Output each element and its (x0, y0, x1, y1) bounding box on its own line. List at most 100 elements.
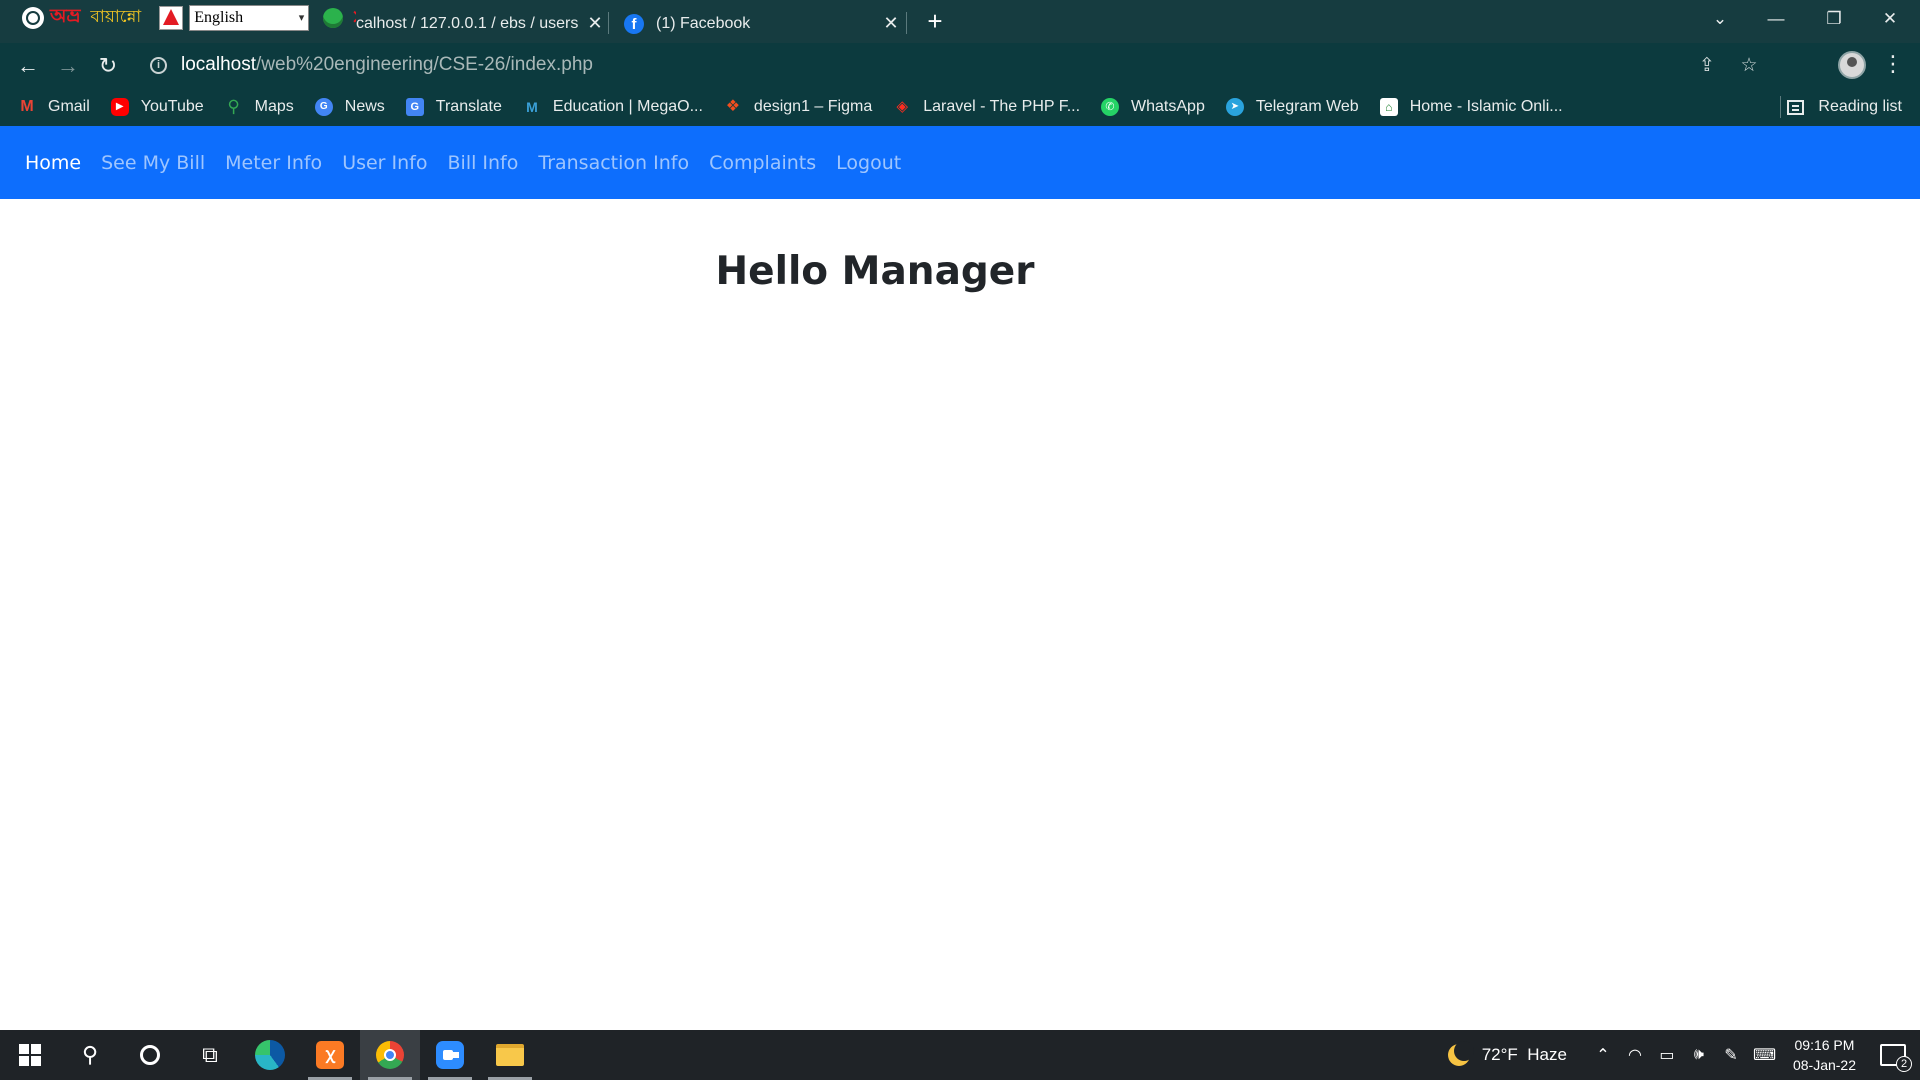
windows-taskbar: ⚲ ⧉ ꭓ 72°F Haze ⌃ ◠ ▭ 🕪 ✎ ⌨ 09:16 PM 08-… (0, 1030, 1920, 1080)
bookmark-label: Education | MegaO... (552, 98, 703, 115)
address-bar[interactable]: i localhost/web%20engineering/CSE-26/ind… (140, 48, 1760, 82)
laravel-icon: ◈ (896, 98, 908, 115)
whatsapp-icon: ✆ (1101, 98, 1120, 116)
nav-see-my-bill[interactable]: See My Bill (101, 152, 205, 174)
task-view-icon: ⧉ (202, 1042, 218, 1067)
close-tab-icon[interactable]: ✕ (880, 13, 902, 34)
chrome-icon (376, 1041, 404, 1069)
reload-button[interactable]: ↻ (88, 48, 128, 84)
language-select[interactable]: English ▾ (189, 4, 310, 31)
youtube-icon: ▶ (110, 98, 129, 116)
bookmark-gmail[interactable]: M Gmail (18, 98, 89, 116)
pdf-icon[interactable] (159, 5, 184, 30)
bookmark-youtube[interactable]: ▶ YouTube (110, 98, 204, 116)
bookmark-maps[interactable]: ⚲ Maps (225, 97, 294, 116)
url-path: /web%20engineering/CSE-26/index.php (256, 54, 593, 75)
bookmark-translate[interactable]: G Translate (405, 98, 502, 116)
bookmark-whatsapp[interactable]: ✆ WhatsApp (1101, 98, 1205, 116)
chevron-down-icon: ▾ (298, 12, 305, 24)
browser-menu-icon[interactable]: ⋮ (1882, 51, 1904, 77)
tab-search-icon[interactable]: ⌄ (1692, 0, 1748, 38)
nav-complaints[interactable]: Complaints (709, 152, 816, 174)
bookmark-label: Translate (435, 98, 502, 115)
clock-date: 08-Jan-22 (1792, 1057, 1856, 1073)
edge-icon (255, 1040, 285, 1070)
omnibox-actions: ⇪ ☆ (1696, 48, 1760, 82)
avro-keyboard-label[interactable]: বায়ান্নো (90, 4, 141, 32)
reading-list-button[interactable]: Reading list (1787, 88, 1902, 126)
pen-icon[interactable]: ✎ (1721, 1045, 1741, 1065)
browser-tab-strip: অভ্র বায়ান্নো English ▾ ✕ calhost / 127… (0, 0, 1920, 43)
taskbar-file-explorer[interactable] (480, 1030, 540, 1080)
chevron-up-icon[interactable]: ⌃ (1593, 1045, 1613, 1065)
battery-icon[interactable]: ▭ (1657, 1045, 1677, 1065)
nav-bill-info[interactable]: Bill Info (448, 152, 519, 174)
share-icon[interactable]: ⇪ (1696, 54, 1718, 77)
notification-center-button[interactable]: 2 (1880, 1044, 1912, 1072)
close-tab-icon[interactable]: ✕ (584, 13, 606, 34)
taskbar-xampp[interactable]: ꭓ (300, 1030, 360, 1080)
figma-icon: ❖ (725, 98, 741, 115)
weather-widget[interactable]: 72°F Haze (1447, 1041, 1567, 1066)
bookmark-figma[interactable]: ❖ design1 – Figma (724, 98, 872, 116)
telegram-icon: ➤ (1225, 98, 1244, 116)
system-clock[interactable]: 09:16 PM 08-Jan-22 (1793, 1035, 1856, 1075)
bookmark-label: News (344, 98, 385, 115)
tab-separator (608, 12, 609, 34)
download-icon[interactable] (323, 7, 344, 28)
restore-button[interactable]: ❐ (1806, 0, 1862, 38)
gmail-icon: M (20, 98, 34, 115)
tab-separator (906, 12, 907, 34)
bookmark-label: Telegram Web (1255, 98, 1359, 115)
translate-icon: G (405, 98, 424, 116)
cortana-button[interactable] (120, 1030, 180, 1080)
bookmark-label: Laravel - The PHP F... (923, 98, 1081, 115)
nav-logout[interactable]: Logout (836, 152, 901, 174)
news-icon: G (314, 98, 333, 116)
bookmarks-divider (1780, 96, 1781, 118)
forward-button[interactable]: → (48, 48, 88, 84)
tab-facebook[interactable]: f (1) Facebook ✕ (612, 4, 902, 43)
back-button[interactable]: ← (8, 48, 48, 84)
reading-list-label: Reading list (1818, 98, 1902, 115)
nav-meter-info[interactable]: Meter Info (225, 152, 322, 174)
bookmark-news[interactable]: G News (314, 98, 385, 116)
profile-avatar[interactable] (1838, 51, 1866, 79)
keyboard-icon[interactable]: ⌨ (1753, 1045, 1776, 1065)
start-button[interactable] (0, 1030, 60, 1080)
bookmark-megaoutsource[interactable]: M Education | MegaO... (523, 98, 703, 116)
nav-transaction-info[interactable]: Transaction Info (538, 152, 689, 174)
bookmark-laravel[interactable]: ◈ Laravel - The PHP F... (893, 98, 1080, 116)
minimize-button[interactable]: — (1748, 0, 1804, 38)
bookmark-label: WhatsApp (1131, 98, 1205, 115)
tab-phpmyadmin[interactable]: calhost / 127.0.0.1 / ebs / users ✕ (356, 4, 606, 43)
megaoutsource-icon: M (526, 99, 538, 115)
maps-icon: ⚲ (227, 97, 240, 116)
nav-home[interactable]: Home (25, 152, 81, 174)
facebook-icon: f (624, 13, 644, 34)
weather-condition: Haze (1527, 1045, 1567, 1064)
site-info-icon[interactable]: i (150, 56, 167, 74)
bookmark-label: Maps (254, 98, 294, 115)
cortana-icon (140, 1045, 160, 1065)
wifi-icon[interactable]: ◠ (1625, 1045, 1645, 1065)
taskbar-zoom[interactable] (420, 1030, 480, 1080)
taskbar-edge[interactable] (240, 1030, 300, 1080)
url-host: localhost (181, 54, 256, 75)
bookmark-label: Home - Islamic Onli... (1409, 98, 1563, 115)
reading-list-icon (1787, 99, 1805, 115)
volume-icon[interactable]: 🕪 (1689, 1046, 1709, 1064)
bookmark-islamic-online[interactable]: ⌂ Home - Islamic Onli... (1379, 98, 1563, 116)
bookmark-telegram[interactable]: ➤ Telegram Web (1225, 98, 1359, 116)
close-window-button[interactable]: ✕ (1862, 0, 1918, 38)
new-tab-button[interactable]: + (920, 6, 950, 36)
globe-icon[interactable] (22, 6, 44, 29)
bookmark-star-icon[interactable]: ☆ (1738, 54, 1760, 77)
avro-logo[interactable]: অভ্র (50, 2, 80, 34)
tab-title: calhost / 127.0.0.1 / ebs / users (356, 14, 579, 32)
nav-user-info[interactable]: User Info (342, 152, 427, 174)
taskbar-chrome[interactable] (360, 1030, 420, 1080)
search-button[interactable]: ⚲ (60, 1030, 120, 1080)
task-view-button[interactable]: ⧉ (180, 1030, 240, 1080)
page-content: Hello Manager (0, 199, 1920, 1030)
